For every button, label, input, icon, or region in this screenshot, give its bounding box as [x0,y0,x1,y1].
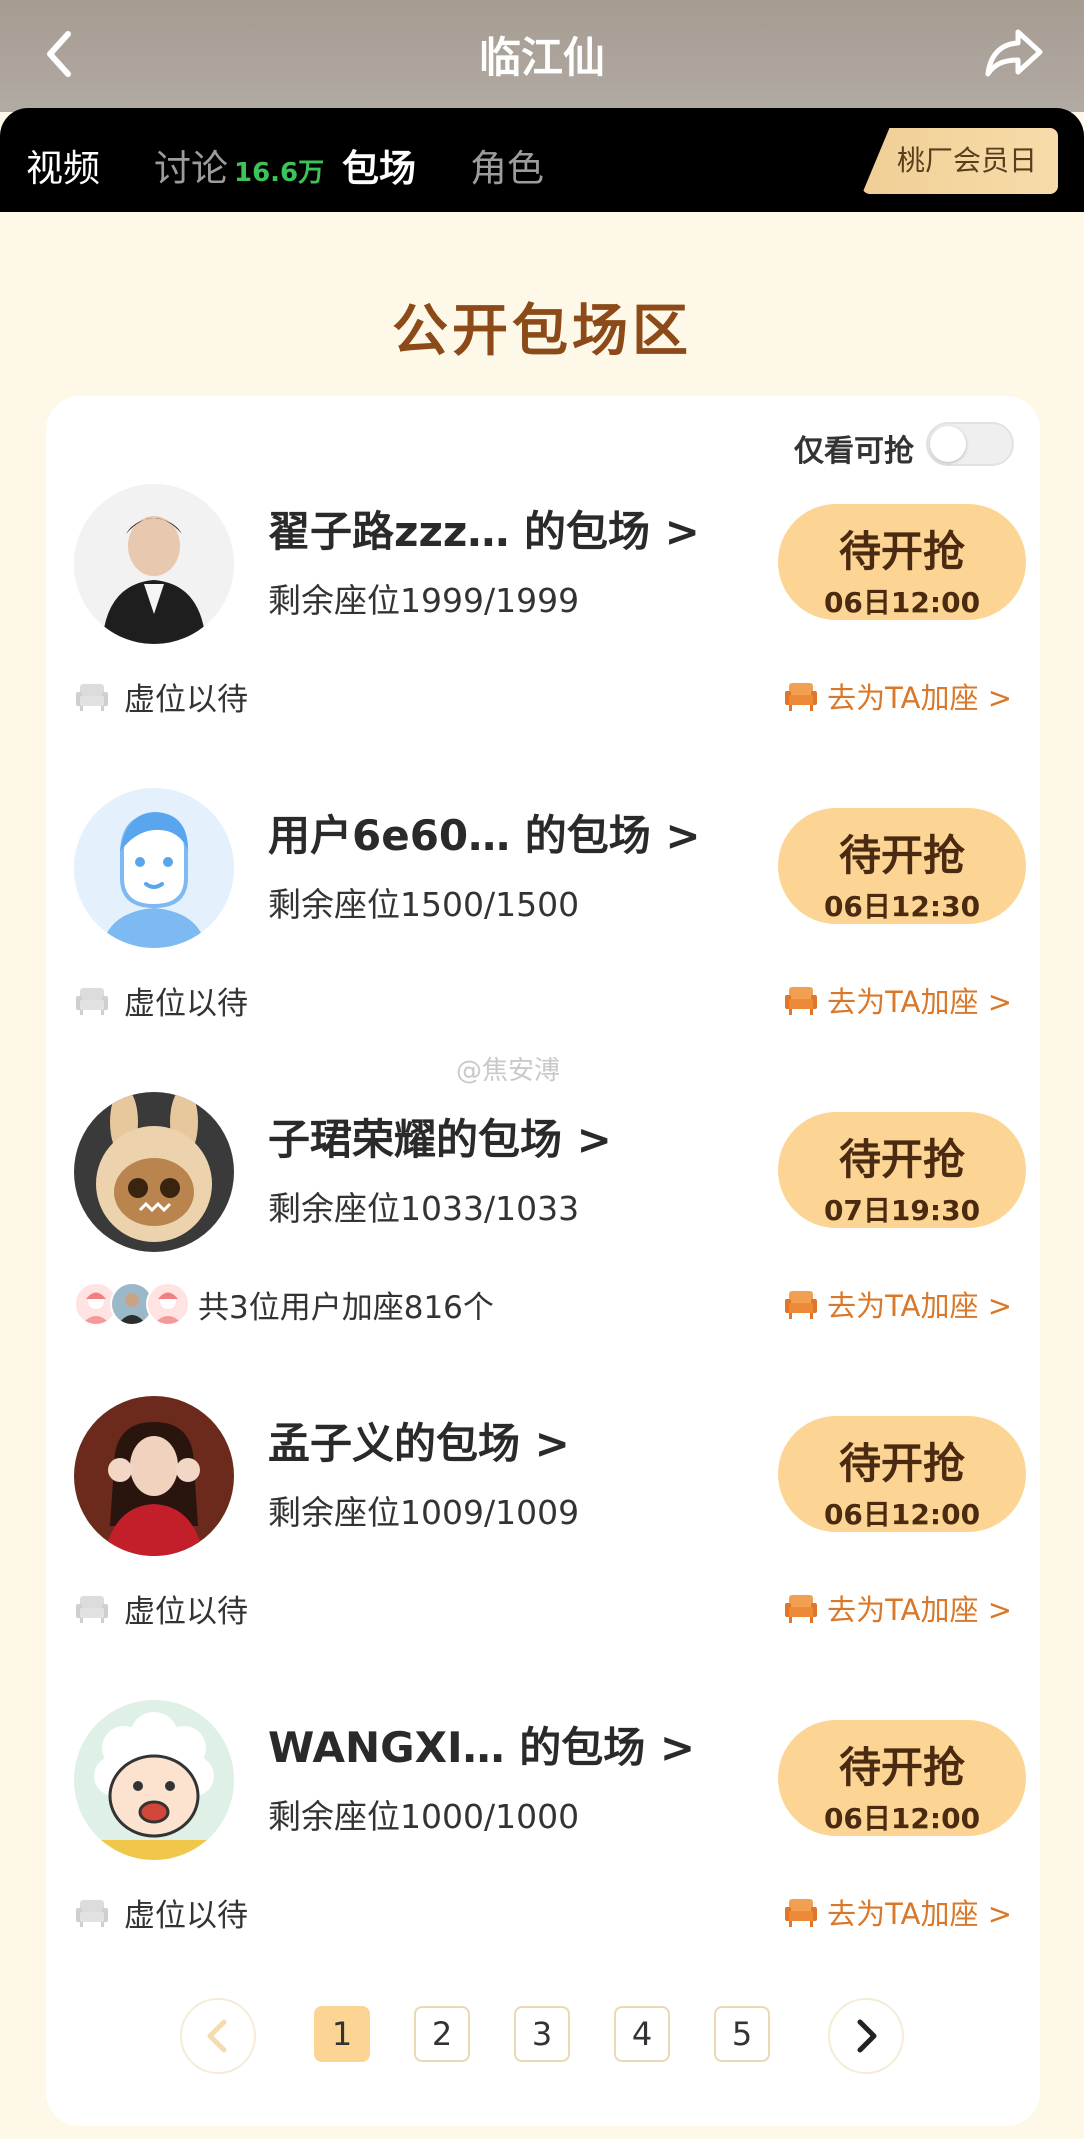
owner-name-link[interactable]: 孟子义的包场 > [268,1410,570,1471]
owner-name-link[interactable]: 翟子路zzz… 的包场 > [268,498,700,559]
prev-page-button[interactable] [180,1998,256,2074]
list-item: WANGXI… 的包场 > 剩余座位1000/1000 待开抢 06日12:00… [46,1612,1040,1934]
list-item: 子珺荣耀的包场 > 剩余座位1033/1033 待开抢 07日19:30 共3位… [46,1004,1040,1326]
grab-time: 06日12:00 [823,1802,981,1835]
tab-characters[interactable]: 角色 [470,138,544,192]
avatar[interactable] [74,788,234,948]
owner-name-link[interactable]: 子珺荣耀的包场 > [268,1106,612,1167]
remaining-seats: 剩余座位1999/1999 [268,581,580,620]
booking-list-card: 仅看可抢 翟子路zzz… 的包场 > 剩余座位1999/1999 待开抢 06日… [46,396,1040,2126]
avatar[interactable] [74,1092,234,1252]
discussion-count: 16.6万 [234,158,325,188]
tab-bar: 视频 讨论 16.6万 包场 角色 桃厂会员日 [0,108,1084,212]
grab-button[interactable]: 待开抢 06日12:00 [778,1720,1026,1836]
avatar[interactable] [74,1700,234,1860]
owner-name-link[interactable]: WANGXI… 的包场 > [268,1714,695,1775]
grab-time: 06日12:30 [823,890,981,923]
page-title: 临江仙 [478,33,605,82]
tab-label: 视频 [26,147,100,190]
top-nav-bar: 临江仙 [0,0,1084,112]
grab-button-label: 待开抢 [838,527,965,576]
grab-button-label: 待开抢 [838,1439,965,1488]
sofa-icon [785,1899,818,1927]
avatar-image [74,1396,234,1556]
default-avatar-image [74,788,234,948]
tab-label: 讨论 [154,147,228,190]
member-day-button[interactable]: 桃厂会员日 [862,128,1058,194]
tab-discussion[interactable]: 讨论 16.6万 [154,138,324,192]
remaining-seats: 剩余座位1033/1033 [268,1189,580,1228]
section-title: 公开包场区 [392,299,692,364]
watermark: @焦安溥 [456,1056,561,1086]
list-item: 孟子义的包场 > 剩余座位1009/1009 待开抢 06日12:00 虚位以待 [46,1308,1040,1630]
pagination: 1 2 3 4 5 [46,1996,1040,2076]
page-4[interactable]: 4 [614,2006,670,2062]
chevron-right-icon [857,2019,877,2053]
share-button[interactable] [982,26,1046,82]
grab-button[interactable]: 待开抢 06日12:30 [778,808,1026,924]
seat-note: 虚位以待 [74,1892,248,1934]
page-1[interactable]: 1 [314,2006,370,2062]
seat-note-text: 虚位以待 [124,1897,248,1934]
tab-booking[interactable]: 包场 [342,138,416,192]
tab-label: 角色 [470,147,544,190]
cartoon-sheep-avatar-image [74,1700,234,1860]
page-5[interactable]: 5 [714,2006,770,2062]
grab-button[interactable]: 待开抢 06日12:00 [778,504,1026,620]
chevron-left-icon [207,2019,227,2053]
remaining-seats: 剩余座位1009/1009 [268,1493,580,1532]
list-item: 用户6e60… 的包场 > 剩余座位1500/1500 待开抢 06日12:30… [46,700,1040,1022]
remaining-seats: 剩余座位1000/1000 [268,1797,580,1836]
remaining-seats: 剩余座位1500/1500 [268,885,580,924]
avatar[interactable] [74,1396,234,1556]
grab-time: 06日12:00 [823,586,981,619]
owner-name-link[interactable]: 用户6e60… 的包场 > [268,802,701,863]
avatar[interactable] [74,484,234,644]
tab-label: 包场 [342,147,416,190]
grab-time: 07日19:30 [823,1194,981,1227]
list-item: 翟子路zzz… 的包场 > 剩余座位1999/1999 待开抢 06日12:00… [46,396,1040,718]
page-3[interactable]: 3 [514,2006,570,2062]
share-arrow-icon [985,29,1043,77]
page-2[interactable]: 2 [414,2006,470,2062]
add-seat-text: 去为TA加座 > [827,1897,1012,1931]
grab-button-label: 待开抢 [838,1743,965,1792]
grab-button[interactable]: 待开抢 06日12:00 [778,1416,1026,1532]
plush-toy-avatar-image [74,1092,234,1252]
add-seat-link[interactable]: 去为TA加座 > [783,1892,1012,1932]
grab-button[interactable]: 待开抢 07日19:30 [778,1112,1026,1228]
grab-time: 06日12:00 [823,1498,981,1531]
sofa-icon [76,1900,108,1927]
grab-button-label: 待开抢 [838,831,965,880]
tab-video[interactable]: 视频 [26,138,100,192]
grab-button-label: 待开抢 [838,1135,965,1184]
avatar-image [74,484,234,644]
next-page-button[interactable] [828,1998,904,2074]
